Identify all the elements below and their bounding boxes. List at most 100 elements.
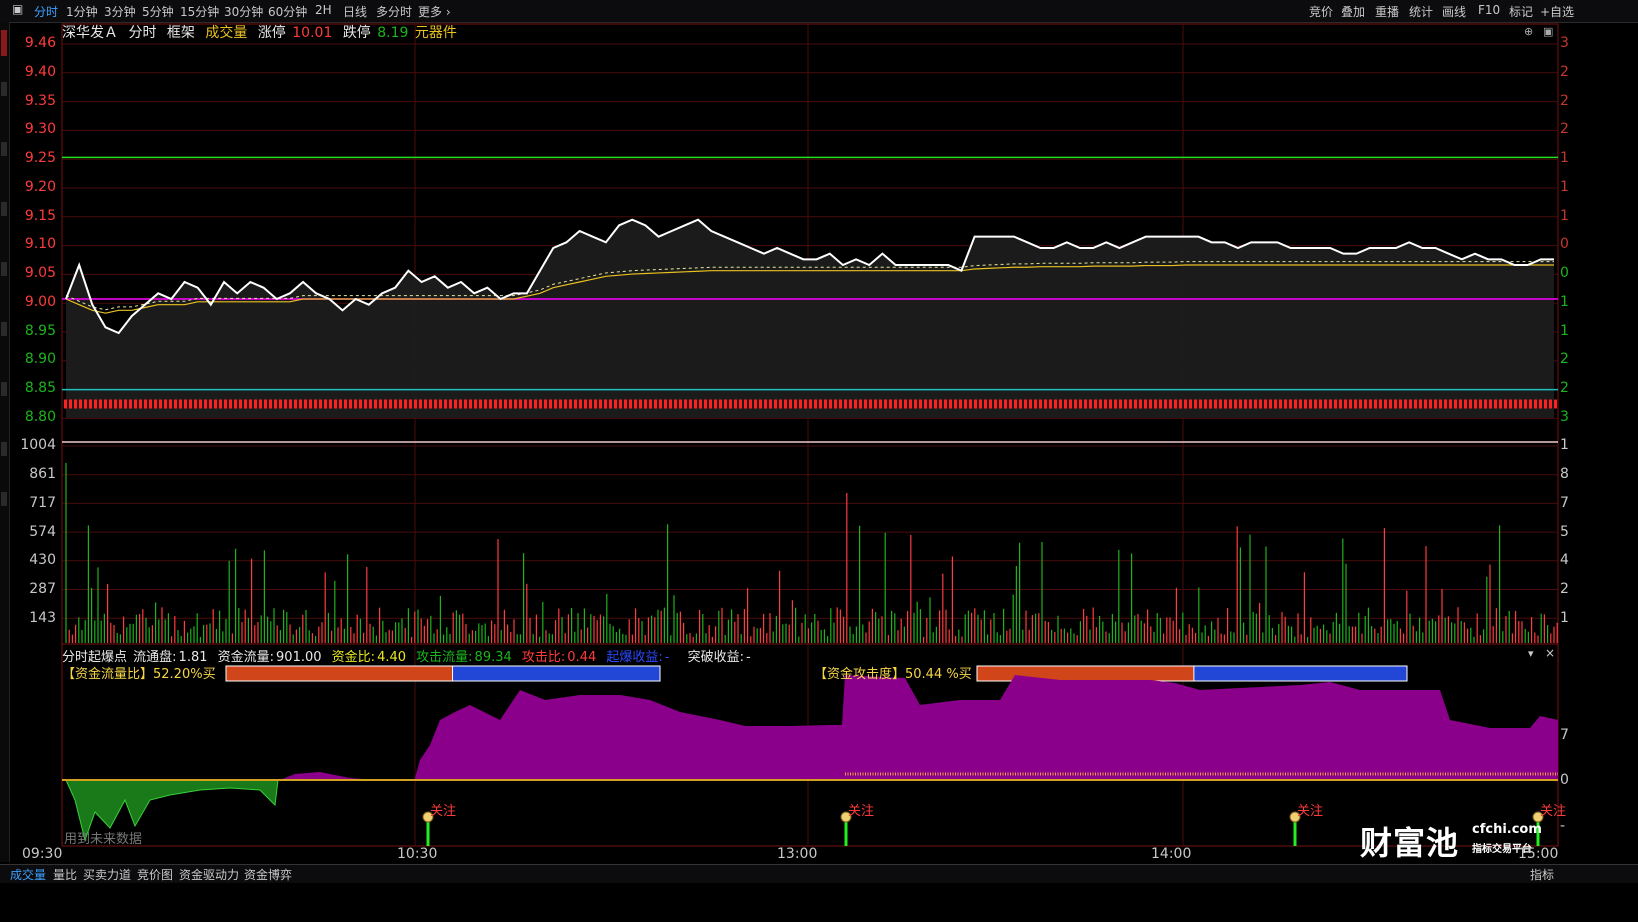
price-tick: 9.10 xyxy=(24,236,56,252)
ratio-label: 资金比: xyxy=(331,650,376,665)
burst-value: - xyxy=(664,650,670,665)
settings-icon[interactable]: ⊕ xyxy=(1524,25,1533,38)
flow-label: 资金流量: xyxy=(217,650,275,665)
right-tick: 2 xyxy=(1560,380,1569,396)
fund-attack-label: 【资金攻击度】50.44 %买 xyxy=(814,667,972,682)
price-tick: 9.46 xyxy=(24,35,56,51)
signal-label: 关注 xyxy=(1540,804,1567,819)
break-label: 突破收益: xyxy=(687,650,745,665)
price-tick: 9.35 xyxy=(24,93,56,109)
price-tick: 9.20 xyxy=(24,179,56,195)
right-tick: 3 xyxy=(1560,35,1569,51)
price-tick: 9.05 xyxy=(24,265,56,281)
attack-flow-label: 攻击流量: xyxy=(416,650,473,665)
signal-label: 关注 xyxy=(1297,804,1324,819)
volume-tick: 287 xyxy=(29,581,56,597)
price-tick: 9.25 xyxy=(24,150,56,166)
fund-flow-area xyxy=(415,675,1558,780)
sector-label[interactable]: 元器件 xyxy=(415,25,457,41)
time-tick: 14:00 xyxy=(1151,846,1192,862)
right-tick: - xyxy=(1560,818,1566,834)
watermark-domain: cfchi.com xyxy=(1472,822,1542,837)
flow-value: 901.00 xyxy=(276,650,322,665)
attack-ratio-label: 攻击比: xyxy=(521,650,566,665)
tab-buy-sell-power[interactable]: 买卖力道 xyxy=(83,866,131,883)
limit-down-value: 8.19 xyxy=(377,25,409,41)
right-tick: 1 xyxy=(1560,179,1569,195)
price-tick: 9.00 xyxy=(24,294,56,310)
time-tick: 15:00 xyxy=(1518,846,1559,862)
price-tick: 9.40 xyxy=(24,64,56,80)
right-tick: 1 xyxy=(1560,437,1569,453)
tab-fund-game[interactable]: 资金博弈 xyxy=(244,866,292,883)
close-icon[interactable]: × xyxy=(1545,646,1555,660)
stock-info-header: 深华发Ａ 分时 框架 成交量 涨停 10.01 跌停 8.19 元器件 xyxy=(62,22,463,41)
ratio-value: 4.40 xyxy=(377,650,407,665)
price-tick: 9.30 xyxy=(24,121,56,137)
price-tick: 8.85 xyxy=(24,380,56,396)
tab-auction-chart[interactable]: 竞价图 xyxy=(137,866,173,883)
time-tick: 13:00 xyxy=(777,846,818,862)
indicator-menu[interactable]: 指标 xyxy=(1530,866,1554,883)
signal-label: 关注 xyxy=(848,804,875,819)
right-tick: 2 xyxy=(1560,121,1569,137)
fund-flow-ratio-label: 【资金流量比】52.20%买 xyxy=(62,667,216,682)
right-tick: 0 xyxy=(1560,265,1569,281)
right-tick: 2 xyxy=(1560,581,1569,597)
right-tick: 8 xyxy=(1560,466,1569,482)
right-tick: 2 xyxy=(1560,93,1569,109)
indicator-dropdown-icon[interactable]: ▾ xyxy=(1528,647,1534,660)
price-tick: 9.15 xyxy=(24,208,56,224)
right-tick: 0 xyxy=(1560,772,1569,788)
fund-flow-bar-buy xyxy=(225,665,454,682)
right-tick: 2 xyxy=(1560,351,1569,367)
volume-tick: 717 xyxy=(29,495,56,511)
right-tick: 7 xyxy=(1560,727,1569,743)
stock-name: 深华发Ａ xyxy=(62,25,118,41)
time-tick: 09:30 xyxy=(22,846,63,862)
tab-volume[interactable]: 成交量 xyxy=(10,866,46,883)
view-mode[interactable]: 分时 xyxy=(128,25,156,41)
right-tick: 3 xyxy=(1560,409,1569,425)
right-tick: 2 xyxy=(1560,64,1569,80)
right-tick: 1 xyxy=(1560,150,1569,166)
right-tick: 7 xyxy=(1560,495,1569,511)
price-tick: 8.90 xyxy=(24,351,56,367)
limit-up-label: 涨停 xyxy=(257,25,286,41)
frame-label[interactable]: 框架 xyxy=(167,25,195,41)
right-tick: 1 xyxy=(1560,208,1569,224)
tab-fund-drive[interactable]: 资金驱动力 xyxy=(179,866,239,883)
price-tick: 8.80 xyxy=(24,409,56,425)
right-tick: 1 xyxy=(1560,610,1569,626)
attack-ratio-value: 0.44 xyxy=(567,650,597,665)
right-tick: 1 xyxy=(1560,323,1569,339)
attack-flow-value: 89.34 xyxy=(474,650,512,665)
signal-label: 关注 xyxy=(430,804,457,819)
volume-tick: 574 xyxy=(29,524,56,540)
right-tick: 1 xyxy=(1560,294,1569,310)
time-tick: 10:30 xyxy=(397,846,438,862)
volume-tick: 861 xyxy=(29,466,56,482)
watermark-brand: 财富池 xyxy=(1360,824,1460,862)
indicator-tabs: 成交量 量比 买卖力道 竞价图 资金驱动力 资金博弈 指标 xyxy=(0,864,1638,883)
right-tick: 5 xyxy=(1560,524,1569,540)
limit-up-value: 10.01 xyxy=(292,25,333,41)
limit-down-label: 跌停 xyxy=(342,25,371,41)
fund-flow-area-small xyxy=(280,772,375,780)
fund-attack-bar-buy xyxy=(976,665,1195,682)
volume-tick: 430 xyxy=(29,552,56,568)
watermark-logo: 财富池 cfchi.com 指标交易平台 xyxy=(1360,818,1542,864)
burst-label: 起爆收益: xyxy=(606,650,663,665)
volume-label: 成交量 xyxy=(205,25,248,41)
price-area xyxy=(66,219,1554,418)
right-tick: 0 xyxy=(1560,236,1569,252)
break-value: - xyxy=(746,650,751,665)
maximize-icon[interactable]: ▣ xyxy=(1543,25,1553,38)
price-tick: 8.95 xyxy=(24,323,56,339)
volume-tick: 143 xyxy=(29,610,56,626)
right-tick: 4 xyxy=(1560,552,1569,568)
tab-volume-ratio[interactable]: 量比 xyxy=(53,866,77,883)
intraday-chart[interactable] xyxy=(0,0,1638,922)
future-data-note: 用到未来数据 xyxy=(64,832,143,847)
volume-tick: 1004 xyxy=(20,437,56,453)
